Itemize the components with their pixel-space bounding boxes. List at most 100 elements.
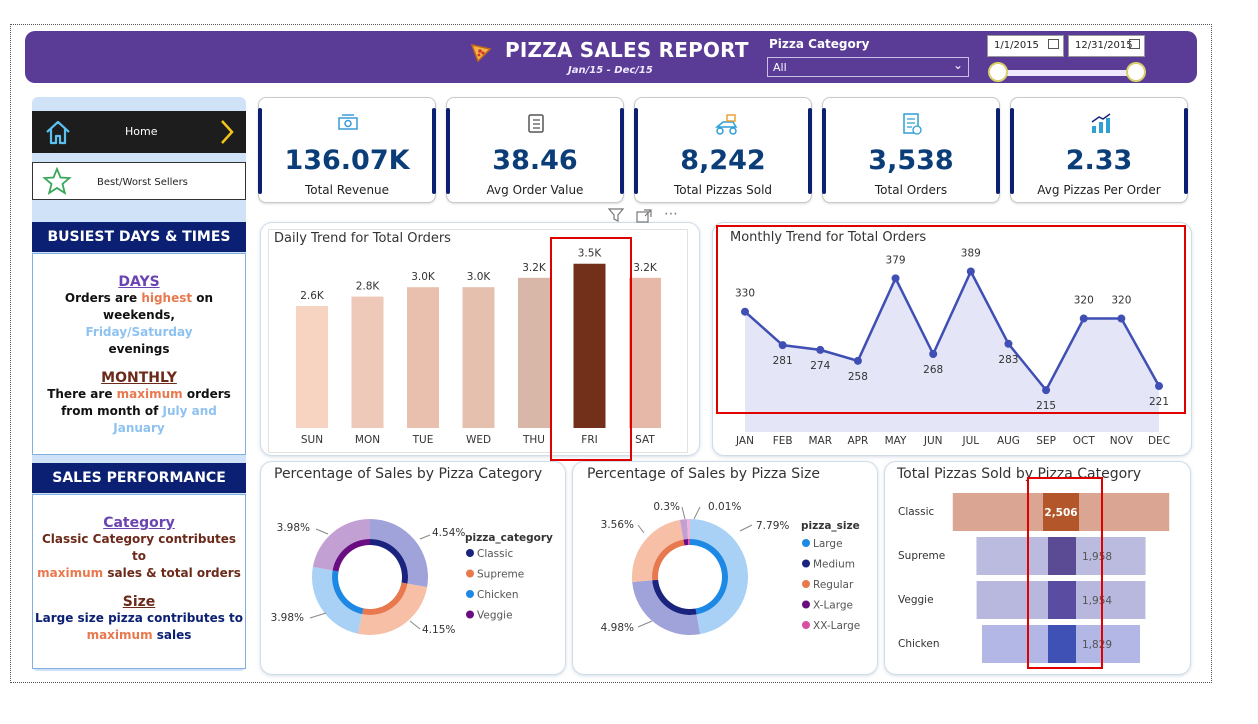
- category-select[interactable]: All ⌄: [767, 57, 969, 77]
- kpi-label: Avg Pizzas Per Order: [1037, 183, 1161, 197]
- report-title: PIZZA SALES REPORT: [505, 38, 749, 62]
- xx-large-inner-segment: [688, 539, 690, 546]
- legend-label: Chicken: [477, 589, 519, 601]
- x-tick-label: NOV: [1110, 435, 1134, 447]
- more-options-icon[interactable]: ⋯: [664, 206, 679, 222]
- category-donut-chart: 4.54% 4.15% 3.98% 3.98% pizza_category Classi…: [271, 519, 553, 636]
- legend-marker: [802, 539, 810, 547]
- x-tick-label: DEC: [1148, 435, 1170, 447]
- bar-tue: [407, 287, 439, 428]
- x-tick-label: SUN: [301, 434, 323, 446]
- legend-label: Classic: [477, 548, 514, 560]
- monthly-heading: MONTHLY: [101, 370, 177, 386]
- order-list-icon: [903, 113, 922, 135]
- category-label: Chicken: [898, 638, 940, 650]
- legend-marker: [802, 600, 810, 609]
- legend-marker: [802, 621, 810, 629]
- sales-performance-heading: SALES PERFORMANCE: [32, 463, 246, 493]
- leader-line: [309, 612, 327, 619]
- slice-label: 7.79%: [756, 520, 789, 532]
- highlight-box-monthly: [716, 225, 1186, 414]
- money-icon: [338, 114, 358, 130]
- slice-label: 3.98%: [271, 612, 304, 624]
- x-tick-label: SAT: [635, 434, 655, 446]
- legend-title: pizza_category: [465, 532, 553, 544]
- x-tick-label: WED: [466, 434, 491, 446]
- growth-chart-icon: [1091, 113, 1111, 133]
- legend-marker: [466, 549, 474, 557]
- kpi-card-total-revenue: 136.07K Total Revenue: [258, 97, 436, 203]
- leader-line: [739, 524, 753, 532]
- legend-marker: [802, 580, 810, 588]
- slice-label: 4.15%: [422, 624, 455, 636]
- legend-marker: [466, 590, 474, 598]
- best-worst-label: Best/Worst Sellers: [97, 177, 188, 188]
- highlight-box-classic: [1027, 477, 1103, 669]
- x-tick-label: OCT: [1073, 435, 1096, 447]
- bar-thu: [518, 277, 550, 428]
- large-outer-segment: [690, 519, 748, 635]
- legend-label: Medium: [813, 559, 855, 571]
- calendar-icon: [1129, 39, 1140, 49]
- category-select-value: All: [773, 61, 787, 74]
- leader-line: [693, 506, 701, 520]
- category-label: Veggie: [898, 594, 934, 606]
- leader-line: [681, 506, 686, 520]
- days-line-3: evenings: [108, 342, 170, 356]
- slice-label: 3.98%: [277, 522, 310, 534]
- end-date-value: 12/31/2015: [1075, 40, 1133, 51]
- kpi-value: 38.46: [492, 145, 578, 176]
- kpi-label: Avg Order Value: [486, 183, 584, 197]
- focus-mode-icon[interactable]: [636, 209, 652, 223]
- busiest-days-panel: DAYS Orders are highest on weekends, Fri…: [32, 253, 246, 455]
- kpi-card-avg-order-value: 38.46 Avg Order Value: [446, 97, 624, 203]
- size-donut-chart: 7.79% 4.98% 3.56% 0.3% 0.01% pizza_size Large M…: [601, 501, 860, 635]
- kpi-label: Total Pizzas Sold: [673, 183, 773, 197]
- star-icon: [42, 167, 72, 195]
- report-subtitle: Jan/15 - Dec/15: [568, 65, 653, 76]
- x-tick-label: APR: [848, 435, 869, 447]
- bar-wed: [462, 287, 495, 428]
- x-tick-label: MAR: [808, 435, 832, 447]
- slice-label: 4.54%: [432, 527, 465, 539]
- category-line-1: Classic Category contributes to: [41, 532, 237, 563]
- x-tick-label: FEB: [773, 435, 793, 447]
- legend-label: Large: [813, 538, 843, 550]
- sales-performance-panel: Category Classic Category contributes to…: [32, 494, 246, 669]
- slider-end-handle[interactable]: [1126, 62, 1146, 82]
- x-tick-label: MON: [355, 434, 380, 446]
- bar-data-label: 3.0K: [411, 271, 436, 283]
- slider-start-handle[interactable]: [988, 62, 1008, 82]
- bar-sat: [629, 277, 661, 428]
- daily-trend-chart: 2.6KSUN2.8KMON3.0KTUE3.0KWED3.2KTHU3.5KF…: [296, 248, 661, 446]
- monthly-line-3: January: [113, 421, 165, 435]
- end-date-input[interactable]: 12/31/2015: [1068, 35, 1145, 57]
- x-tick-label: AUG: [997, 435, 1020, 447]
- filter-icon[interactable]: [608, 208, 624, 222]
- kpi-value: 136.07K: [284, 145, 410, 176]
- date-range-slider[interactable]: [998, 70, 1136, 76]
- start-date-input[interactable]: 1/1/2015: [987, 35, 1064, 57]
- x-tick-label: SEP: [1036, 435, 1056, 447]
- days-line-2: Friday/Saturday: [85, 325, 193, 339]
- category-filter-label: Pizza Category: [769, 37, 870, 51]
- kpi-card-total-pizzas-sold: 8,242 Total Pizzas Sold: [634, 97, 812, 203]
- bar-data-label: 3.2K: [633, 262, 658, 274]
- chevron-down-icon: ⌄: [952, 58, 963, 72]
- size-heading: Size: [122, 594, 156, 610]
- kpi-value: 8,242: [680, 145, 766, 176]
- kpi-value: 2.33: [1065, 145, 1133, 176]
- category-label: Supreme: [898, 550, 945, 562]
- legend-label: Regular: [813, 579, 854, 591]
- leader-line: [637, 524, 645, 534]
- bar-data-label: 3.0K: [467, 271, 492, 283]
- home-icon: [46, 120, 70, 145]
- category-line-2: maximum sales & total orders: [37, 566, 241, 580]
- category-heading: Category: [103, 515, 175, 531]
- clipboard-icon: [528, 114, 544, 133]
- highlight-box-friday: [550, 237, 632, 461]
- legend-marker: [466, 569, 474, 578]
- days-heading: DAYS: [118, 274, 160, 290]
- legend-label: Supreme: [477, 569, 524, 581]
- leader-line: [419, 534, 431, 540]
